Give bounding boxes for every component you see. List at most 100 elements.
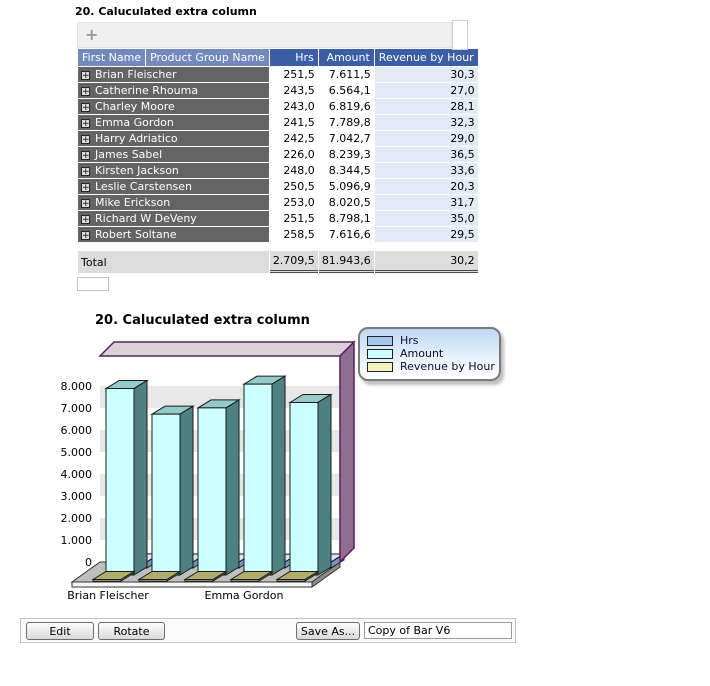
expand-plus-icon[interactable]: + [81, 199, 90, 208]
name-cell: + James Sabel [78, 147, 269, 162]
amount-cell: 7.042,7 [319, 131, 374, 146]
legend-swatch-revenue [367, 362, 393, 372]
name-cell: + Robert Soltane [78, 227, 269, 242]
expand-plus-icon[interactable]: + [81, 71, 90, 80]
table-row: +James Sabel 226,0 8.239,3 36,5 [78, 147, 478, 162]
name-cell: + Catherine Rhouma [78, 83, 269, 98]
legend-item-revenue: Revenue by Hour [367, 360, 491, 373]
expand-plus-icon[interactable]: + [81, 103, 90, 112]
y-tick-label: 8.000 [61, 380, 93, 393]
legend-label: Revenue by Hour [400, 360, 495, 373]
name-cell: + Mike Erickson [78, 195, 269, 210]
chart-legend: Hrs Amount Revenue by Hour [358, 327, 501, 381]
revenue-cell: 29,0 [375, 131, 478, 146]
name-cell: + Brian Fleischer [78, 67, 269, 82]
table-title: 20. Caluculated extra column [75, 5, 257, 18]
hrs-cell: 241,5 [270, 115, 318, 130]
expand-plus-icon[interactable]: + [81, 135, 90, 144]
first-name-label: Emma Gordon [95, 116, 174, 129]
table-row: +Brian Fleischer 251,5 7.611,5 30,3 [78, 67, 478, 82]
hrs-cell: 250,5 [270, 179, 318, 194]
revenue-cell: 31,7 [375, 195, 478, 210]
expand-plus-icon[interactable]: + [81, 215, 90, 224]
table-row: +Richard W DeVeny 251,5 8.798,1 35,0 [78, 211, 478, 226]
total-hrs: 2.709,5 [270, 251, 318, 273]
revenue-cell: 35,0 [375, 211, 478, 226]
y-tick-label: 4.000 [61, 468, 93, 481]
hrs-cell: 251,5 [270, 211, 318, 226]
add-plus-icon[interactable]: + [85, 25, 98, 45]
save-as-button[interactable]: Save As... [296, 622, 360, 640]
first-name-label: Kirsten Jackson [95, 164, 179, 177]
amount-cell: 8.344,5 [319, 163, 374, 178]
table-row: + Robert Soltane 258,5 7.616,6 29,5 [78, 227, 478, 242]
expand-plus-icon[interactable]: + [81, 119, 90, 128]
hrs-cell: 243,0 [270, 99, 318, 114]
amount-cell: 8.798,1 [319, 211, 374, 226]
table-row: + Catherine Rhouma 243,5 6.564,1 27,0 [78, 83, 478, 98]
revenue-cell: 36,5 [375, 147, 478, 162]
legend-swatch-amount [367, 349, 393, 359]
rotate-button[interactable]: Rotate [98, 622, 165, 640]
spacer-row [78, 243, 478, 250]
name-cell: + Emma Gordon [78, 115, 269, 130]
table-row: +Kirsten Jackson 248,0 8.344,5 33,6 [78, 163, 478, 178]
y-tick-label: 6.000 [61, 424, 93, 437]
save-name-input[interactable] [364, 622, 512, 639]
col-header-amount[interactable]: Amount [319, 49, 374, 66]
total-revenue: 30,2 [375, 251, 478, 273]
revenue-cell: 28,1 [375, 99, 478, 114]
first-name-label: Brian Fleischer [95, 68, 177, 81]
expand-plus-icon[interactable]: + [81, 87, 90, 96]
table-row: +Harry Adriatico 242,5 7.042,7 29,0 [78, 131, 478, 146]
amount-cell: 7.616,6 [319, 227, 374, 242]
col-header-product-group[interactable]: Product Group Name [146, 49, 269, 66]
expand-plus-icon[interactable]: + [81, 167, 90, 176]
table-row: +Emma Gordon 241,5 7.789,8 32,3 [78, 115, 478, 130]
hrs-cell: 258,5 [270, 227, 318, 242]
first-name-label: Mike Erickson [95, 196, 170, 209]
expand-plus-icon[interactable]: + [81, 231, 90, 240]
name-cell: +Harry Adriatico [78, 131, 269, 146]
x-tick-label: Brian Fleischer [67, 589, 149, 602]
name-cell: + Leslie Carstensen [78, 179, 269, 194]
expand-plus-icon[interactable]: + [81, 183, 90, 192]
name-cell: + Kirsten Jackson [78, 163, 269, 178]
amount-cell: 6.564,1 [319, 83, 374, 98]
amount-cell: 8.020,5 [319, 195, 374, 210]
hrs-cell: 226,0 [270, 147, 318, 162]
total-footer-box [77, 277, 109, 291]
revenue-cell: 30,3 [375, 67, 478, 82]
y-tick-label: 0 [85, 556, 92, 569]
hrs-cell: 243,5 [270, 83, 318, 98]
first-name-label: Catherine Rhouma [95, 84, 198, 97]
edit-button[interactable]: Edit [26, 622, 94, 640]
first-name-label: James Sabel [95, 148, 162, 161]
amount-cell: 5.096,9 [319, 179, 374, 194]
footer-toolbar: Edit Rotate Save As... [20, 618, 516, 643]
chart-title: 20. Caluculated extra column [95, 313, 310, 328]
legend-item-hrs: Hrs [367, 334, 491, 347]
y-tick-label: 7.000 [61, 402, 93, 415]
table-toolbar: + [77, 22, 452, 48]
table-corner-box [452, 20, 468, 50]
revenue-cell: 27,0 [375, 83, 478, 98]
revenue-cell: 29,5 [375, 227, 478, 242]
first-name-label: Charley Moore [95, 100, 175, 113]
first-name-label: Robert Soltane [95, 228, 177, 241]
hrs-cell: 251,5 [270, 67, 318, 82]
x-tick-label: Emma Gordon [205, 589, 284, 602]
amount-cell: 7.789,8 [319, 115, 374, 130]
col-header-first-name[interactable]: First Name [78, 49, 145, 66]
first-name-label: Leslie Carstensen [95, 180, 192, 193]
expand-plus-icon[interactable]: + [81, 151, 90, 160]
col-header-revenue[interactable]: Revenue by Hour [375, 49, 478, 66]
y-tick-label: 2.000 [61, 512, 93, 525]
col-header-hrs[interactable]: Hrs [270, 49, 318, 66]
table-row: + Charley Moore 243,0 6.819,6 28,1 [78, 99, 478, 114]
legend-swatch-hrs [367, 336, 393, 346]
total-label: Total [78, 251, 269, 273]
y-tick-label: 5.000 [61, 446, 93, 459]
amount-cell: 6.819,6 [319, 99, 374, 114]
name-cell: +Richard W DeVeny [78, 211, 269, 226]
